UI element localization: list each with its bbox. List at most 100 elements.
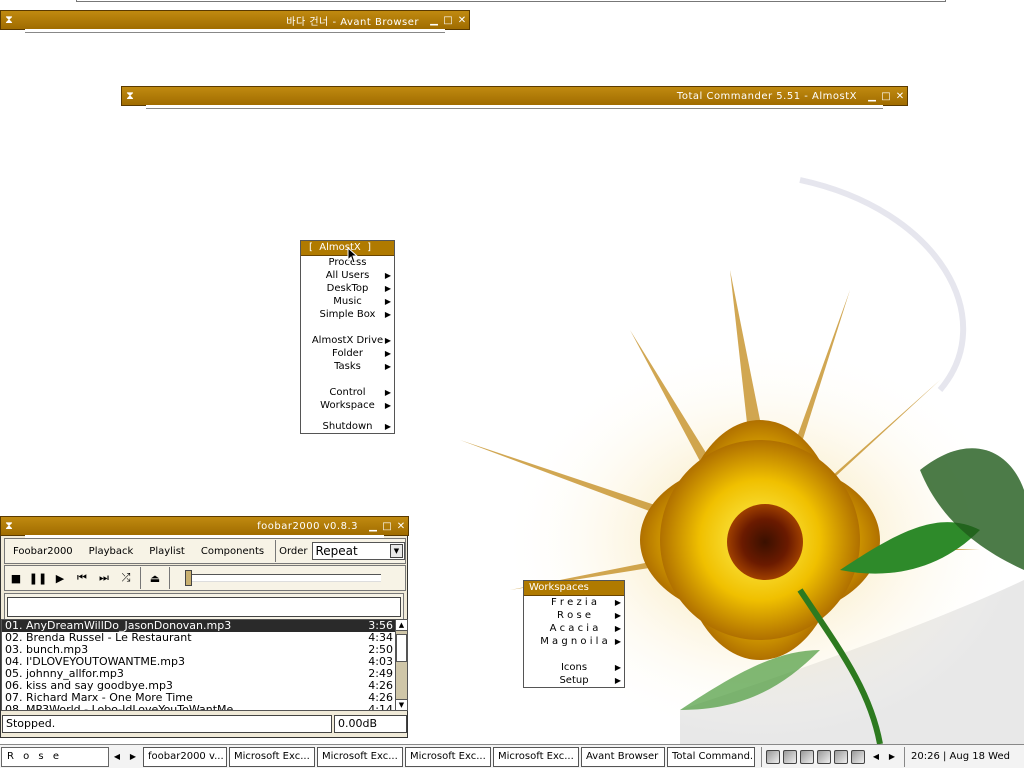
stop-button[interactable]: ■ — [5, 572, 27, 585]
volume-readout: 0.00dB — [334, 715, 407, 733]
browser-titlebar[interactable]: ⧗ 바다 건너 - Avant Browser ▁ □ ✕ — [0, 10, 470, 33]
taskbar-task-button[interactable]: Microsoft Exc... — [493, 746, 579, 767]
track-info-display — [7, 597, 401, 617]
scroll-up-icon[interactable]: ▲ — [396, 620, 407, 631]
order-select[interactable]: Repeat ▼ — [311, 542, 405, 560]
tray-next-icon[interactable]: ▶ — [884, 752, 900, 761]
menu-item-frezia[interactable]: F r e z i a ▶ — [524, 596, 624, 609]
prev-workspace-icon[interactable]: ◀ — [109, 752, 125, 761]
next-workspace-icon[interactable]: ▶ — [125, 752, 141, 761]
playlist-scrollbar[interactable]: ▲ ▼ — [395, 619, 408, 711]
maximize-button[interactable]: □ — [879, 91, 893, 102]
hourglass-icon[interactable]: ⧗ — [1, 13, 17, 27]
close-button[interactable]: ✕ — [455, 15, 469, 26]
next-button[interactable]: ⏭ — [93, 571, 115, 585]
track-title: 03. bunch.mp3 — [5, 644, 89, 656]
clock[interactable]: 20:26 | Aug 18 Wed — [904, 746, 1010, 767]
tray-app-icon[interactable] — [834, 749, 848, 764]
tray-app-icon[interactable] — [766, 749, 780, 764]
minimize-button[interactable]: ▁ — [366, 521, 380, 532]
tray-app-icon[interactable] — [851, 749, 865, 764]
eject-button[interactable]: ⏏ — [144, 572, 166, 585]
status-text: Stopped. — [2, 715, 332, 733]
taskbar-task-button[interactable]: Microsoft Exc... — [317, 746, 403, 767]
menu-separator — [301, 321, 394, 334]
menu-item-tasks[interactable]: Tasks ▶ — [301, 360, 394, 373]
playlist-row[interactable]: 02. Brenda Russel - Le Restaurant 4:34 — [2, 632, 396, 644]
taskbar-task-button[interactable]: Avant Browser — [581, 746, 665, 767]
submenu-arrow-icon: ▶ — [384, 297, 391, 306]
maximize-button[interactable]: □ — [380, 521, 394, 532]
menu-playback[interactable]: Playback — [81, 546, 142, 557]
playlist-row[interactable]: 06. kiss and say goodbye.mp3 4:26 — [2, 680, 396, 692]
close-button[interactable]: ✕ — [394, 521, 408, 532]
playlist[interactable]: 01. AnyDreamWillDo_JasonDonovan.mp3 3:56 0… — [1, 619, 397, 711]
scrollbar-thumb[interactable] — [396, 634, 407, 662]
seek-handle[interactable] — [185, 570, 192, 586]
menu-foobar2000[interactable]: Foobar2000 — [5, 546, 81, 557]
submenu-arrow-icon: ▶ — [384, 271, 391, 280]
track-title: 05. johnny_allfor.mp3 — [5, 668, 124, 680]
submenu-arrow-icon: ▶ — [614, 611, 621, 620]
playlist-row[interactable]: 05. johnny_allfor.mp3 2:49 — [2, 668, 396, 680]
menu-item-workspace[interactable]: Workspace ▶ — [301, 399, 394, 412]
random-button[interactable]: ⤮ — [115, 571, 137, 585]
menu-item-shutdown[interactable]: Shutdown ▶ — [301, 420, 394, 433]
menu-playlist[interactable]: Playlist — [141, 546, 193, 557]
minimize-button[interactable]: ▁ — [865, 91, 879, 102]
foobar-menubar: Foobar2000 Playback Playlist Components … — [4, 538, 406, 564]
playlist-row[interactable]: 01. AnyDreamWillDo_JasonDonovan.mp3 3:56 — [2, 620, 396, 632]
taskbar-task-button[interactable]: foobar2000 v... — [143, 746, 227, 767]
seek-bar[interactable] — [185, 570, 381, 586]
pause-button[interactable]: ❚❚ — [27, 572, 49, 585]
close-button[interactable]: ✕ — [893, 91, 907, 102]
menu-item-all-users[interactable]: All Users ▶ — [301, 269, 394, 282]
taskbar-task-button[interactable]: Total Command... — [667, 746, 755, 767]
taskbar-task-button[interactable]: Microsoft Exc... — [229, 746, 315, 767]
menu-item-control[interactable]: Control ▶ — [301, 386, 394, 399]
menu-item-simple-box[interactable]: Simple Box ▶ — [301, 308, 394, 321]
menu-item-icons[interactable]: Icons ▶ — [524, 661, 624, 674]
menu-item-magnoila[interactable]: M a g n o i l a ▶ — [524, 635, 624, 648]
play-button[interactable]: ▶ — [49, 572, 71, 585]
menu-item-folder[interactable]: Folder ▶ — [301, 347, 394, 360]
playlist-row[interactable]: 04. I'DLOVEYOUTOWANTME.mp3 4:03 — [2, 656, 396, 668]
workspace-menu-header[interactable]: Workspaces — [524, 581, 624, 596]
info-bar — [4, 593, 404, 621]
menu-item-setup[interactable]: Setup ▶ — [524, 674, 624, 687]
submenu-arrow-icon: ▶ — [384, 284, 391, 293]
track-title: 04. I'DLOVEYOUTOWANTME.mp3 — [5, 656, 185, 668]
hourglass-icon[interactable]: ⧗ — [1, 519, 17, 533]
toolbar-divider — [169, 567, 170, 589]
tray-prev-icon[interactable]: ◀ — [868, 752, 884, 761]
order-label: Order — [279, 545, 308, 557]
browser-window-title: 바다 건너 - Avant Browser — [286, 16, 419, 28]
previous-button[interactable]: ⏮ — [71, 571, 93, 585]
track-title: 07. Richard Marx - One More Time — [5, 692, 193, 704]
menu-item-desktop[interactable]: DeskTop ▶ — [301, 282, 394, 295]
tray-app-icon[interactable] — [800, 749, 814, 764]
menu-item-rose[interactable]: R o s e ▶ — [524, 609, 624, 622]
tray-app-icon[interactable] — [817, 749, 831, 764]
mouse-cursor-icon — [347, 246, 359, 264]
chevron-down-icon[interactable]: ▼ — [390, 544, 403, 558]
task-list: foobar2000 v... Microsoft Exc... Microsoft… — [141, 746, 755, 767]
playlist-row[interactable]: 08. MP3World - Lobo-IdLoveYouToWantMe 4:1… — [2, 704, 396, 711]
minimize-button[interactable]: ▁ — [427, 15, 441, 26]
workspace-name[interactable]: R o s e — [1, 746, 109, 767]
commander-titlebar[interactable]: ⧗ Total Commander 5.51 - AlmostX ▁ □ ✕ — [121, 86, 908, 109]
maximize-button[interactable]: □ — [441, 15, 455, 26]
submenu-arrow-icon: ▶ — [384, 362, 391, 371]
menu-components[interactable]: Components — [193, 546, 272, 557]
workspace-menu: Workspaces F r e z i a ▶ R o s e ▶ A c a c… — [523, 580, 625, 688]
menu-item-almostx-drive[interactable]: AlmostX Drive ▶ — [301, 334, 394, 347]
tray-app-icon[interactable] — [783, 749, 797, 764]
scroll-down-icon[interactable]: ▼ — [396, 699, 407, 710]
hourglass-icon[interactable]: ⧗ — [122, 89, 138, 103]
playlist-row[interactable]: 07. Richard Marx - One More Time 4:26 — [2, 692, 396, 704]
menu-item-music[interactable]: Music ▶ — [301, 295, 394, 308]
playlist-row[interactable]: 03. bunch.mp3 2:50 — [2, 644, 396, 656]
foobar-titlebar[interactable]: ⧗ foobar2000 v0.8.3 ▁ □ ✕ — [0, 516, 409, 539]
taskbar-task-button[interactable]: Microsoft Exc... — [405, 746, 491, 767]
menu-item-acacia[interactable]: A c a c i a ▶ — [524, 622, 624, 635]
